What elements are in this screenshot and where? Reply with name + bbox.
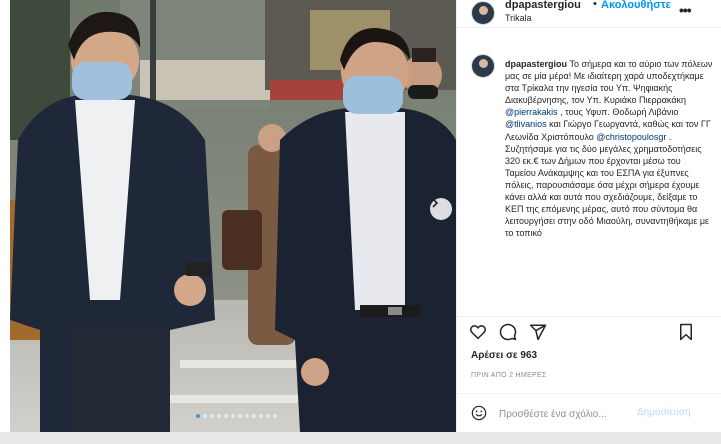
post-header: dpapastergiou • Ακολουθήστε Trikala ••• [457, 0, 721, 28]
emoji-icon[interactable] [471, 405, 487, 421]
caption-text: dpapastergiou Το σήμερα και το αύριο των… [505, 58, 713, 239]
caption-area: dpapastergiou Το σήμερα και το αύριο των… [457, 44, 721, 308]
caption-segment: , τους Υφυπ. Θοδωρή Λιβάνιο [557, 107, 679, 118]
header-username[interactable]: dpapastergiou [505, 0, 581, 11]
post-photo[interactable] [10, 0, 456, 432]
window-bottom-edge [0, 432, 721, 444]
mention-link[interactable]: @christopoulosgr [596, 132, 666, 142]
action-bar [457, 316, 721, 346]
carousel-dot [231, 414, 235, 418]
carousel-dot [252, 414, 256, 418]
mention-link[interactable]: @tlivanios [505, 119, 547, 129]
more-options-icon[interactable]: ••• [679, 2, 692, 18]
instagram-post-modal: dpapastergiou • Ακολουθήστε Trikala ••• … [0, 0, 721, 444]
header-separator: • [593, 0, 597, 10]
post-comment-button[interactable]: Δημοσίευση [637, 407, 691, 418]
photo-scene [10, 0, 456, 432]
carousel-dot [238, 414, 242, 418]
follow-button[interactable]: Ακολουθήστε [601, 0, 671, 11]
next-photo-button[interactable] [430, 198, 452, 220]
comment-input[interactable] [499, 406, 639, 422]
carousel-dot [210, 414, 214, 418]
caption-avatar[interactable] [471, 54, 495, 78]
avatar[interactable] [471, 1, 495, 25]
bookmark-icon[interactable] [677, 323, 695, 341]
caption-username[interactable]: dpapastergiou [505, 59, 567, 69]
carousel-dot [217, 414, 221, 418]
location-link[interactable]: Trikala [505, 13, 532, 23]
carousel-dot [203, 414, 207, 418]
share-icon[interactable] [529, 323, 547, 341]
comment-box: Δημοσίευση [457, 393, 721, 432]
chevron-right-icon [432, 198, 439, 208]
carousel-dot [245, 414, 249, 418]
carousel-dot [196, 414, 200, 418]
carousel-dot [259, 414, 263, 418]
heart-icon[interactable] [469, 323, 487, 341]
likes-count[interactable]: Αρέσει σε 963 [471, 350, 537, 361]
mention-link[interactable]: @pierrakakis [505, 107, 558, 117]
post-details-panel: dpapastergiou • Ακολουθήστε Trikala ••• … [456, 0, 721, 432]
carousel-dot [273, 414, 277, 418]
carousel-dot [224, 414, 228, 418]
post-timestamp[interactable]: ΠΡΙΝ ΑΠΟ 2 ΗΜΕΡΕΣ [471, 372, 547, 379]
comment-icon[interactable] [499, 323, 517, 341]
carousel-dot [266, 414, 270, 418]
carousel-indicator [196, 414, 277, 418]
caption-segment: . Συζητήσαμε για τις δύο μεγάλες χρηματο… [505, 131, 710, 239]
